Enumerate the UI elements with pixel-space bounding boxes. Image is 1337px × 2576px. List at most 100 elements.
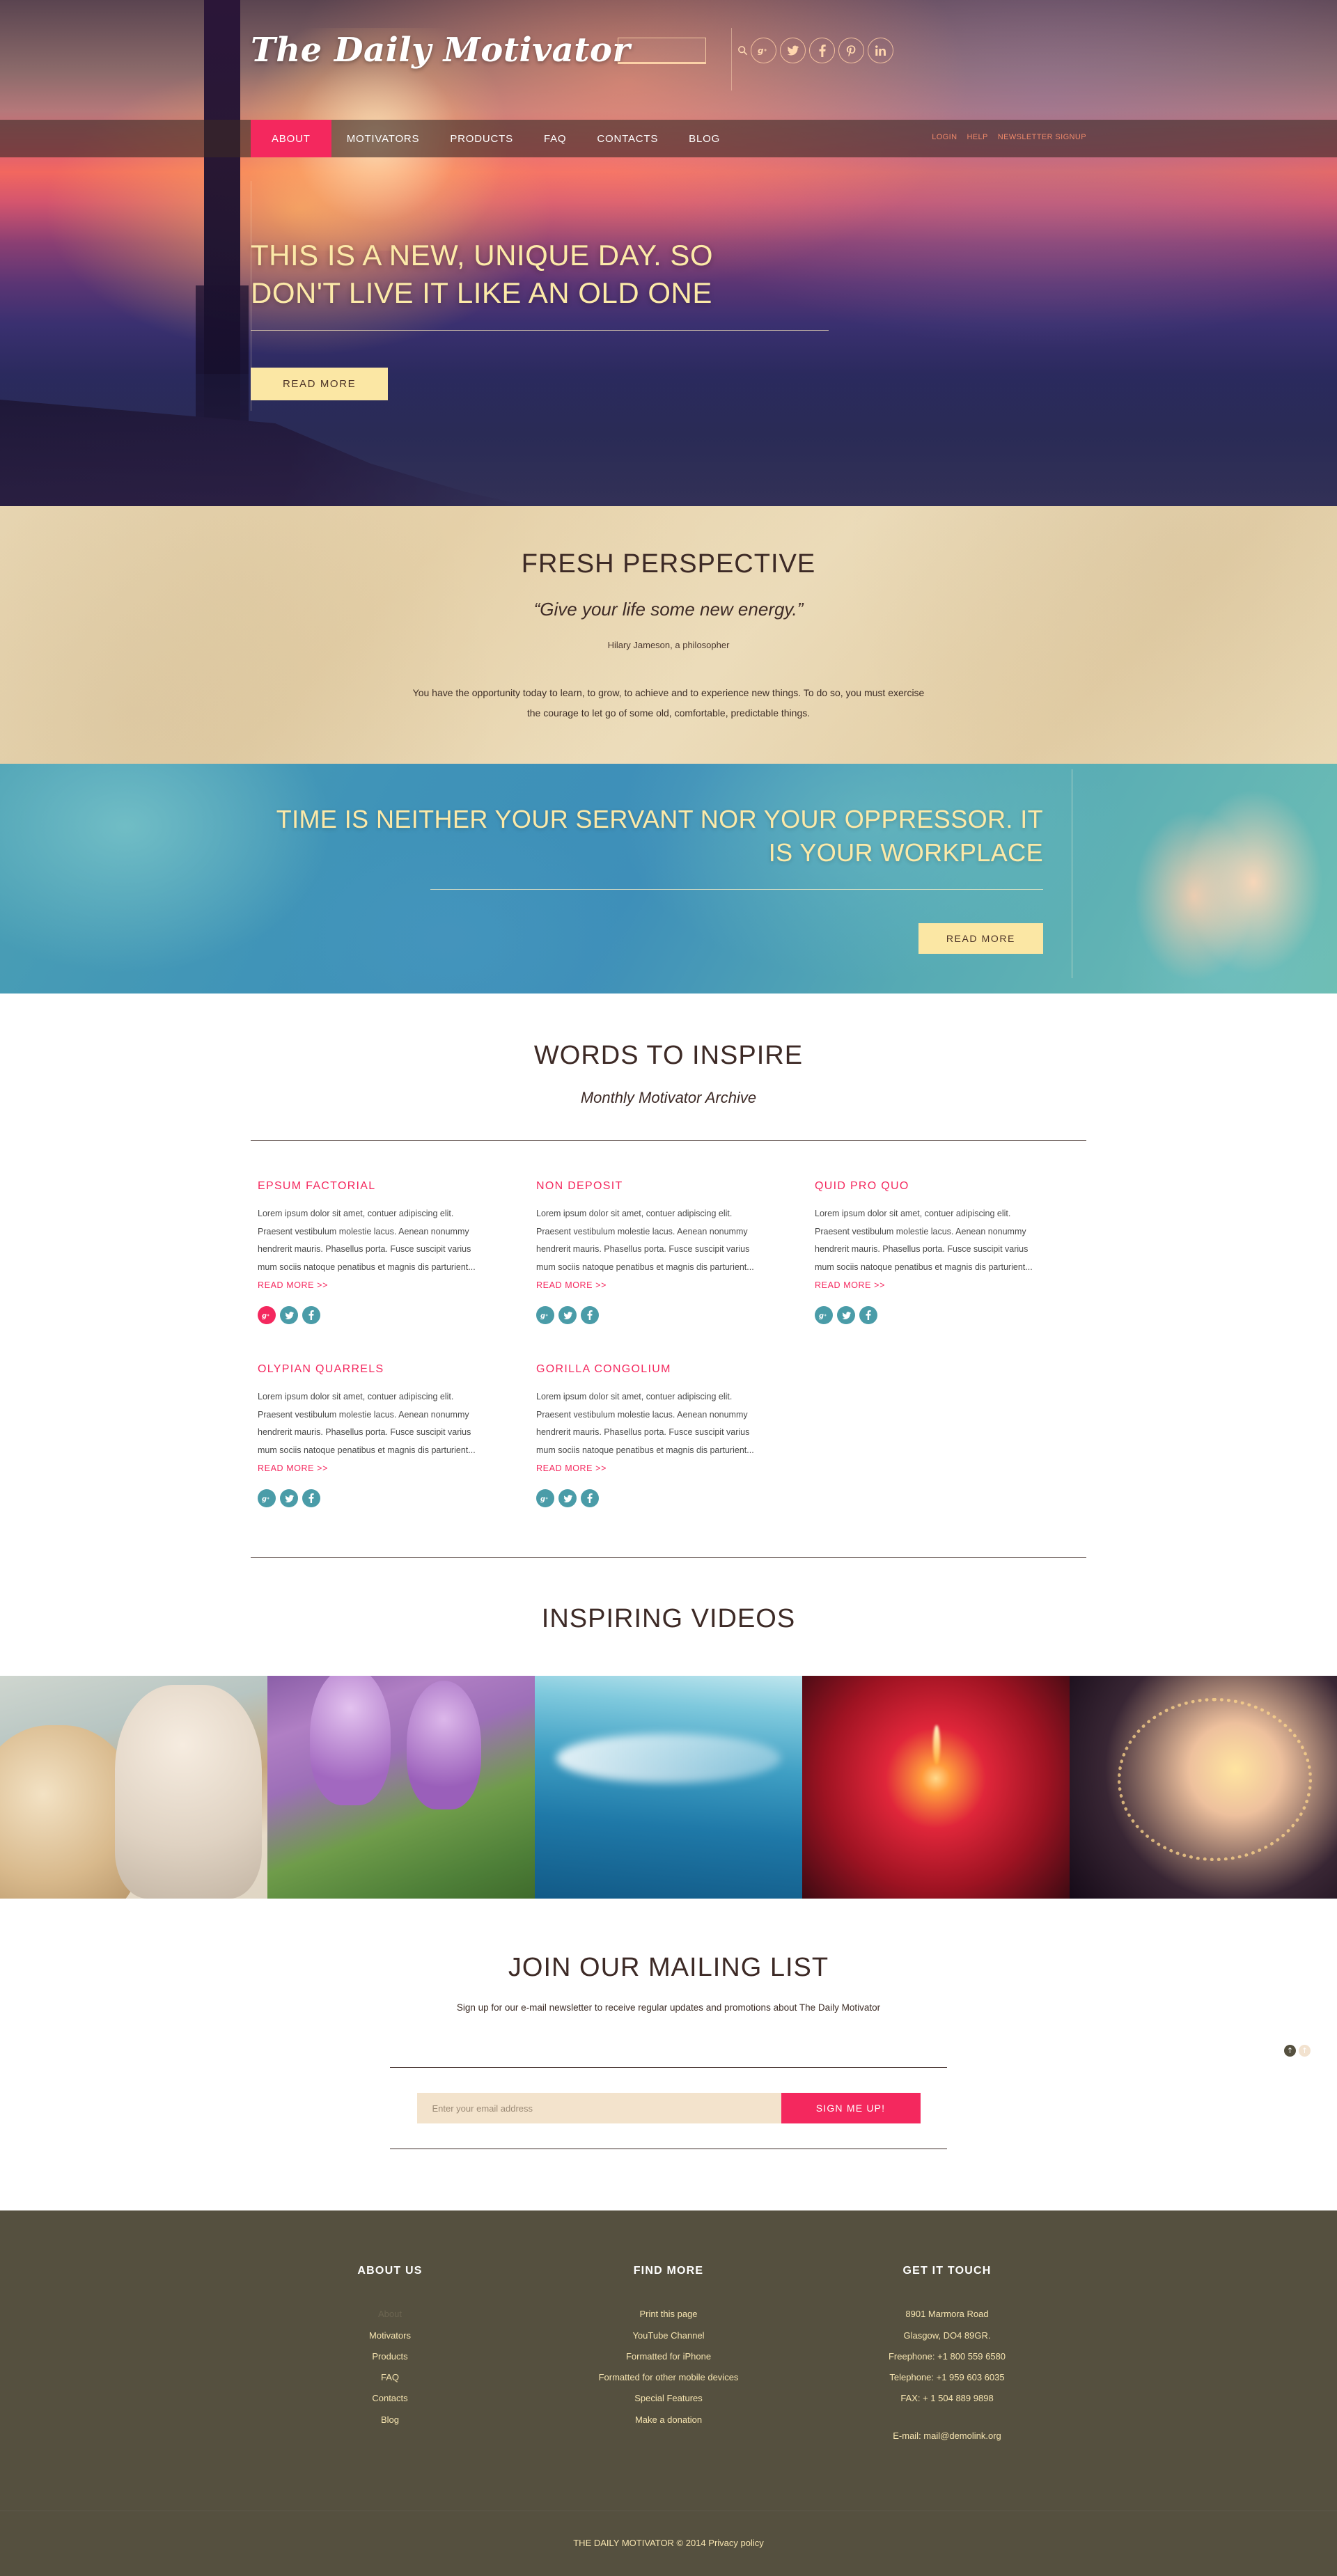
google-plus-icon[interactable]: g xyxy=(536,1489,554,1508)
twitter-icon[interactable] xyxy=(280,1306,298,1325)
search-input[interactable] xyxy=(618,38,737,62)
nav-item-contacts[interactable]: CONTACTS xyxy=(581,120,673,157)
scroll-to-top-icon-secondary[interactable]: ↑ xyxy=(1299,2045,1311,2057)
search-box[interactable] xyxy=(618,38,748,64)
mailing-top-divider xyxy=(390,2067,947,2068)
inspiring-videos-title: INSPIRING VIDEOS xyxy=(541,1604,796,1634)
nav-item-about[interactable]: ABOUT xyxy=(251,120,331,157)
video-night-fair[interactable] xyxy=(1070,1676,1337,1899)
nav-item-motivators[interactable]: MOTIVATORS xyxy=(331,120,435,157)
facebook-icon[interactable] xyxy=(581,1489,599,1508)
linkedin-icon[interactable] xyxy=(868,38,893,63)
article-card-title[interactable]: EPSUM FACTORIAL xyxy=(258,1180,489,1193)
hero-read-more-button[interactable]: READ MORE xyxy=(251,367,389,400)
footer-link-print-page[interactable]: Print this page xyxy=(529,2304,808,2325)
footer-about-heading: ABOUT US xyxy=(357,2265,423,2277)
hero-content: THIS IS A NEW, UNIQUE DAY. SO DON'T LIVE… xyxy=(251,181,1086,411)
footer-link-youtube[interactable]: YouTube Channel xyxy=(529,2325,808,2346)
article-card-title[interactable]: GORILLA CONGOLIUM xyxy=(536,1363,767,1376)
svg-text:g: g xyxy=(540,1495,545,1503)
play-icon[interactable] xyxy=(117,1770,150,1805)
article-card-body: Lorem ipsum dolor sit amet, contuer adip… xyxy=(536,1392,754,1455)
article-read-more-link[interactable]: READ MORE >> xyxy=(536,1280,607,1290)
contact-address-line2: Glasgow, DO4 89GR. xyxy=(903,2330,991,2341)
copyright-text[interactable]: THE DAILY MOTIVATOR © 2014 Privacy polic… xyxy=(573,2538,764,2548)
footer-contact-heading: GET IT TOUCH xyxy=(902,2265,992,2277)
google-plus-icon[interactable]: g xyxy=(536,1306,554,1325)
contact-freephone: Freephone: +1 800 559 6580 xyxy=(888,2350,1006,2362)
contact-email[interactable]: E-mail: mail@demolink.org xyxy=(808,2430,1086,2441)
search-icon[interactable] xyxy=(737,45,748,56)
nav-item-products[interactable]: PRODUCTS xyxy=(435,120,529,157)
video-red-candle[interactable] xyxy=(802,1676,1070,1899)
svg-text:g: g xyxy=(758,46,764,56)
words-to-inspire-title: WORDS TO INSPIRE xyxy=(533,1041,804,1070)
google-plus-icon[interactable]: g xyxy=(258,1306,276,1325)
twitter-icon[interactable] xyxy=(837,1306,855,1325)
twitter-icon[interactable] xyxy=(780,38,806,63)
article-card-text: Lorem ipsum dolor sit amet, contuer adip… xyxy=(258,1388,489,1477)
footer-link-blog[interactable]: Blog xyxy=(251,2410,529,2430)
site-footer: ABOUT US About Motivators Products FAQ C… xyxy=(0,2210,1337,2576)
mailing-list-title: JOIN OUR MAILING LIST xyxy=(508,1953,829,1983)
help-link[interactable]: HELP xyxy=(967,133,987,141)
google-plus-icon[interactable]: g xyxy=(751,38,776,63)
footer-link-motivators[interactable]: Motivators xyxy=(251,2325,529,2346)
footer-link-contacts[interactable]: Contacts xyxy=(251,2388,529,2409)
facebook-icon[interactable] xyxy=(809,38,835,63)
footer-link-products[interactable]: Products xyxy=(251,2346,529,2367)
fresh-perspective-section: FRESH PERSPECTIVE “Give your life some n… xyxy=(0,506,1337,764)
email-input[interactable] xyxy=(416,2093,781,2124)
google-plus-icon[interactable]: g xyxy=(815,1306,833,1325)
article-card-text: Lorem ipsum dolor sit amet, contuer adip… xyxy=(536,1205,767,1294)
facebook-icon[interactable] xyxy=(581,1306,599,1325)
twitter-icon[interactable] xyxy=(558,1306,577,1325)
video-ocean-wave[interactable] xyxy=(535,1676,802,1899)
article-read-more-link[interactable]: READ MORE >> xyxy=(258,1463,328,1473)
praying-hands-image xyxy=(1045,764,1337,994)
video-purple-crocus[interactable] xyxy=(267,1676,535,1899)
article-read-more-link[interactable]: READ MORE >> xyxy=(536,1463,607,1473)
nav-item-faq[interactable]: FAQ xyxy=(529,120,581,157)
hero-divider xyxy=(251,329,829,331)
article-read-more-link[interactable]: READ MORE >> xyxy=(815,1280,885,1290)
footer-link-faq[interactable]: FAQ xyxy=(251,2367,529,2388)
footer-link-mobile[interactable]: Formatted for other mobile devices xyxy=(529,2367,808,2388)
footer-link-donation[interactable]: Make a donation xyxy=(529,2410,808,2430)
site-brand-logo[interactable]: The Daily Motivator xyxy=(251,31,630,70)
video-couple-beach[interactable] xyxy=(0,1676,267,1899)
article-card-body: Lorem ipsum dolor sit amet, contuer adip… xyxy=(258,1209,476,1272)
article-card: NON DEPOSIT Lorem ipsum dolor sit amet, … xyxy=(529,1141,808,1325)
banner-read-more-button[interactable]: READ MORE xyxy=(918,922,1043,954)
svg-text:g: g xyxy=(262,1495,267,1503)
contact-address-line1: 8901 Marmora Road xyxy=(905,2309,989,2320)
article-card-body: Lorem ipsum dolor sit amet, contuer adip… xyxy=(258,1392,476,1455)
twitter-icon[interactable] xyxy=(280,1489,298,1508)
hero-section: The Daily Motivator g ABOUT MOTIVATORS P… xyxy=(0,0,1337,506)
pinterest-icon[interactable] xyxy=(838,38,864,63)
twitter-icon[interactable] xyxy=(558,1489,577,1508)
footer-link-special-features[interactable]: Special Features xyxy=(529,2388,808,2409)
article-card-body: Lorem ipsum dolor sit amet, contuer adip… xyxy=(815,1209,1033,1272)
newsletter-signup-link[interactable]: NEWSLETTER SIGNUP xyxy=(998,133,1086,141)
facebook-icon[interactable] xyxy=(302,1306,320,1325)
article-card: GORILLA CONGOLIUM Lorem ipsum dolor sit … xyxy=(529,1324,808,1508)
article-card-text: Lorem ipsum dolor sit amet, contuer adip… xyxy=(536,1388,767,1477)
fresh-perspective-body: You have the opportunity today to learn,… xyxy=(412,687,925,719)
footer-link-iphone[interactable]: Formatted for iPhone xyxy=(529,2346,808,2367)
words-to-inspire-subtitle: Monthly Motivator Archive xyxy=(580,1089,757,1106)
inspiring-videos-section: INSPIRING VIDEOS xyxy=(0,1558,1337,1899)
article-card-title[interactable]: NON DEPOSIT xyxy=(536,1180,767,1193)
facebook-icon[interactable] xyxy=(302,1489,320,1508)
fresh-perspective-title: FRESH PERSPECTIVE xyxy=(521,549,816,579)
google-plus-icon[interactable]: g xyxy=(258,1489,276,1508)
sign-me-up-button[interactable]: SIGN ME UP! xyxy=(781,2093,921,2124)
nav-item-blog[interactable]: BLOG xyxy=(673,120,735,157)
article-card-title[interactable]: QUID PRO QUO xyxy=(815,1180,1046,1193)
login-link[interactable]: LOGIN xyxy=(932,133,957,141)
article-card-title[interactable]: OLYPIAN QUARRELS xyxy=(258,1363,489,1376)
facebook-icon[interactable] xyxy=(859,1306,877,1325)
scroll-to-top-icon[interactable]: ↑ xyxy=(1284,2045,1296,2057)
article-read-more-link[interactable]: READ MORE >> xyxy=(258,1280,328,1290)
footer-link-about[interactable]: About xyxy=(251,2304,529,2325)
